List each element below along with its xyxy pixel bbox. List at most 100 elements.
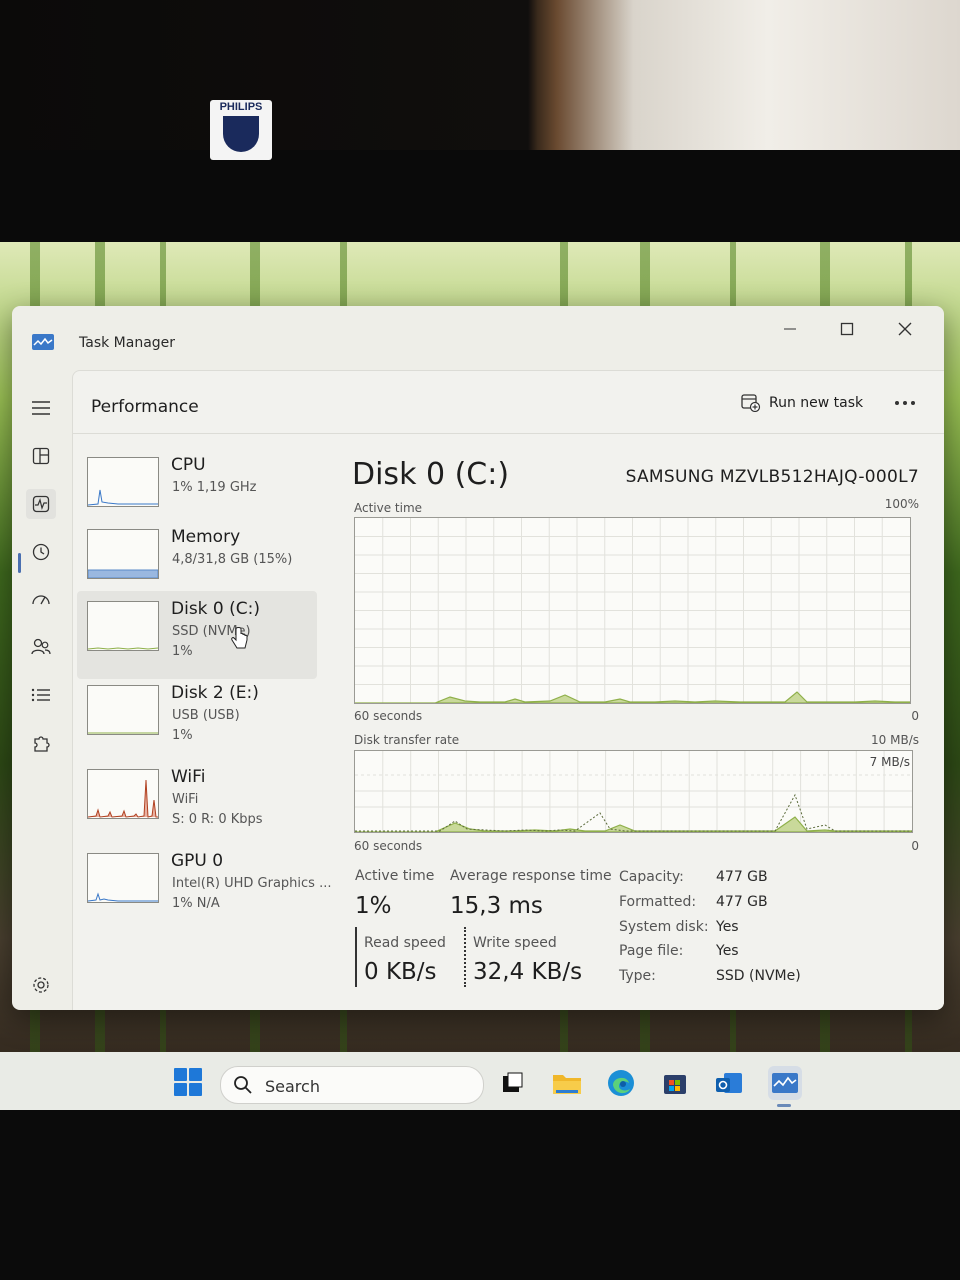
close-icon (898, 322, 912, 336)
disk2-thumbnail-graph (87, 685, 159, 735)
device-item-disk0[interactable]: Disk 0 (C:) SSD (NVMe) 1% (77, 591, 317, 679)
minimize-icon (784, 328, 796, 330)
edge-browser-icon (608, 1070, 634, 1096)
transfer-rate-inner-label: 7 MB/s (869, 755, 910, 769)
run-new-task-button[interactable]: Run new task (735, 387, 869, 419)
nav-users[interactable] (26, 632, 56, 662)
device-usage: 1% (172, 728, 193, 743)
device-name: Disk 2 (E:) (171, 683, 259, 703)
device-item-wifi[interactable]: WiFi WiFi S: 0 R: 0 Kbps (77, 759, 317, 847)
taskbar-task-manager[interactable] (768, 1066, 802, 1100)
performance-icon (32, 495, 50, 513)
taskbar-file-explorer[interactable] (550, 1066, 584, 1100)
hand-cursor-icon (231, 627, 248, 649)
nav-startup-apps[interactable] (26, 584, 56, 614)
device-subtitle: 4,8/31,8 GB (15%) (172, 552, 293, 567)
startup-speedometer-icon (32, 595, 50, 605)
gear-icon (33, 977, 49, 993)
property-value-formatted: 477 GB (716, 894, 768, 910)
taskbar (0, 1052, 960, 1110)
active-time-graph (354, 517, 911, 704)
device-subtitle: 1% 1,19 GHz (172, 480, 257, 495)
page-title: Performance (91, 397, 199, 417)
title-bar[interactable]: Task Manager (12, 306, 944, 370)
cpu-thumbnail-graph (87, 457, 159, 507)
philips-shield-icon (223, 116, 259, 152)
taskbar-edge-browser[interactable] (604, 1066, 638, 1100)
active-time-stat-label: Active time (355, 868, 435, 884)
avg-response-value: 15,3 ms (450, 893, 543, 919)
active-time-max-label: 100% (884, 497, 919, 511)
services-puzzle-icon (34, 736, 50, 752)
device-name: GPU 0 (171, 851, 224, 871)
device-item-gpu[interactable]: GPU 0 Intel(R) UHD Graphics ... 1% N/A (77, 843, 331, 931)
maximize-button[interactable] (827, 314, 867, 344)
disk-model: SAMSUNG MZVLB512HAJQ-000L7 (625, 467, 919, 487)
read-speed-label: Read speed (364, 935, 446, 951)
minimize-button[interactable] (770, 314, 810, 344)
read-speed-legend-line (355, 927, 357, 987)
transfer-rate-graph-svg (355, 751, 912, 832)
more-options-button[interactable] (889, 387, 921, 419)
nav-hamburger-button[interactable] (26, 393, 56, 423)
users-icon (31, 638, 51, 655)
nav-processes[interactable] (26, 441, 56, 471)
taskbar-microsoft-store[interactable] (658, 1066, 692, 1100)
avg-response-label: Average response time (450, 868, 612, 884)
memory-thumbnail-graph (87, 529, 159, 579)
active-time-window-label: 60 seconds (354, 709, 423, 723)
device-item-memory[interactable]: Memory 4,8/31,8 GB (15%) (77, 519, 317, 599)
task-manager-app-icon (32, 334, 54, 350)
active-time-min-label: 0 (911, 709, 919, 723)
task-manager-window: Task Manager Performance Run new task CP… (12, 306, 944, 1010)
active-app-indicator (777, 1104, 791, 1107)
window-title: Task Manager (79, 335, 176, 351)
taskbar-search-input[interactable] (263, 1073, 467, 1099)
device-item-cpu[interactable]: CPU 1% 1,19 GHz (77, 447, 317, 527)
run-task-icon (741, 394, 761, 412)
disk0-thumbnail-graph (87, 601, 159, 651)
taskbar-search-box[interactable] (220, 1066, 484, 1104)
device-name: WiFi (171, 767, 206, 787)
task-view-icon (503, 1072, 523, 1092)
nav-active-indicator (18, 553, 21, 573)
nav-details[interactable] (26, 680, 56, 710)
device-usage: S: 0 R: 0 Kbps (172, 812, 263, 827)
property-value-system-disk: Yes (716, 919, 739, 935)
transfer-rate-min-label: 0 (911, 839, 919, 853)
monitor-bezel-bottom (0, 1110, 960, 1280)
search-icon (234, 1076, 252, 1094)
transfer-rate-graph: 7 MB/s (354, 750, 913, 833)
nav-performance[interactable] (26, 489, 56, 519)
active-time-stat-value: 1% (355, 893, 392, 919)
property-label-formatted: Formatted: (619, 894, 697, 910)
windows-logo-icon (174, 1068, 187, 1081)
nav-settings[interactable] (26, 970, 56, 1000)
nav-app-history[interactable] (26, 537, 56, 567)
hamburger-menu-icon (32, 401, 50, 415)
history-icon (32, 543, 50, 561)
device-item-disk2[interactable]: Disk 2 (E:) USB (USB) 1% (77, 675, 317, 763)
performance-content: Performance Run new task CPU 1% 1,19 GHz… (72, 370, 944, 1010)
property-value-page-file: Yes (716, 943, 739, 959)
device-subtitle: USB (USB) (172, 708, 240, 723)
transfer-rate-graph-label: Disk transfer rate (354, 733, 460, 747)
outlook-icon (716, 1073, 742, 1093)
device-name: Disk 0 (C:) (171, 599, 261, 619)
close-button[interactable] (885, 314, 925, 344)
details-list-icon (31, 688, 50, 702)
folder-icon (553, 1075, 581, 1094)
start-button[interactable] (174, 1068, 202, 1096)
nav-services[interactable] (26, 728, 56, 758)
task-manager-taskbar-icon (772, 1073, 798, 1093)
maximize-icon (840, 322, 854, 336)
more-dots-icon (895, 401, 915, 405)
active-time-graph-label: Active time (354, 501, 423, 515)
room-wall (0, 0, 960, 165)
taskbar-task-view[interactable] (495, 1066, 529, 1100)
taskbar-outlook[interactable] (712, 1066, 746, 1100)
device-usage: 1% N/A (172, 896, 220, 911)
transfer-rate-max-label: 10 MB/s (871, 733, 919, 747)
run-new-task-label: Run new task (769, 395, 864, 411)
property-value-capacity: 477 GB (716, 869, 768, 885)
